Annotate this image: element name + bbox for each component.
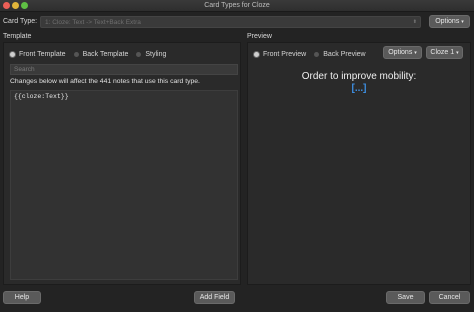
chevron-updown-icon: ⬍: [412, 19, 417, 25]
tab-back-template[interactable]: Back Template: [73, 51, 129, 58]
cancel-button[interactable]: Cancel: [429, 291, 470, 304]
tab-back-preview[interactable]: Back Preview: [314, 51, 366, 58]
radio-selected-icon: [254, 52, 259, 57]
preview-options-button[interactable]: Options ▾: [383, 46, 422, 59]
card-type-options-button[interactable]: Options ▾: [429, 15, 470, 28]
help-button[interactable]: Help: [3, 291, 41, 304]
dropdown-arrow-icon: ▾: [414, 50, 417, 56]
dropdown-arrow-icon: ▾: [456, 50, 459, 56]
radio-icon: [136, 52, 142, 57]
card-type-label: Card Type:: [3, 18, 38, 25]
dropdown-arrow-icon: ▾: [461, 19, 464, 25]
title-bar: Card Types for Cloze: [0, 0, 474, 12]
tab-label: Back Template: [82, 51, 129, 58]
tab-label: Back Preview: [323, 51, 366, 58]
tab-front-preview[interactable]: Front Preview: [254, 51, 306, 58]
preview-question-text: Order to improve mobility:: [301, 71, 417, 82]
template-search-input[interactable]: Search: [10, 64, 238, 75]
card-type-select[interactable]: 1: Cloze: Text -> Text+Back Extra ⬍: [40, 16, 421, 28]
preview-cloze-placeholder: [...]: [351, 83, 367, 94]
window-title: Card Types for Cloze: [204, 2, 270, 9]
cloze-select[interactable]: Cloze 1 ▾: [426, 46, 463, 59]
changes-note: Changes below will affect the 441 notes …: [10, 78, 200, 85]
radio-icon: [73, 52, 79, 57]
tab-label: Styling: [145, 51, 167, 58]
preview-tabs: Front Preview Back Preview: [254, 51, 366, 58]
template-panel: Front Template Back Template Styling Sea…: [3, 42, 241, 285]
card-type-selected-value: 1: Cloze: Text -> Text+Back Extra: [45, 19, 141, 26]
add-field-button[interactable]: Add Field: [194, 291, 235, 304]
tab-label: Front Preview: [263, 51, 307, 58]
options-label: Options: [388, 49, 413, 56]
tab-styling[interactable]: Styling: [136, 51, 166, 58]
template-section-label: Template: [3, 33, 32, 40]
template-editor[interactable]: {{cloze:Text}}: [10, 90, 238, 280]
tab-front-template[interactable]: Front Template: [10, 51, 66, 58]
radio-selected-icon: [10, 52, 15, 57]
radio-icon: [314, 52, 320, 57]
cloze-select-value: Cloze 1: [430, 49, 455, 56]
preview-section-label: Preview: [247, 33, 272, 40]
tab-label: Front Template: [19, 51, 66, 58]
save-button[interactable]: Save: [386, 291, 425, 304]
template-tabs: Front Template Back Template Styling: [10, 51, 166, 58]
options-label: Options: [435, 18, 460, 25]
